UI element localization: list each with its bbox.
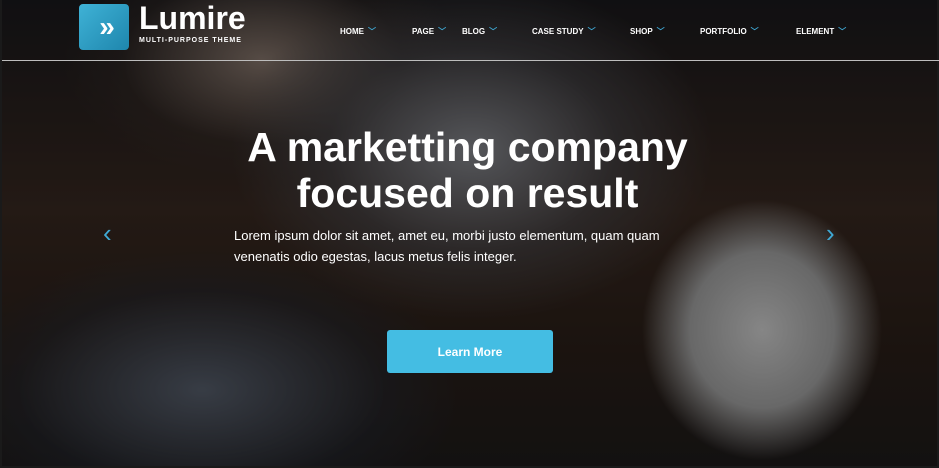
nav-element[interactable]: ELEMENT ﹀ — [796, 26, 846, 37]
nav-home[interactable]: HOME ﹀ — [340, 26, 376, 37]
nav-label: PAGE — [412, 27, 435, 36]
learn-more-button[interactable]: Learn More — [387, 330, 553, 373]
nav-case-study[interactable]: CASE STUDY ﹀ — [532, 26, 596, 37]
hero-title: A marketting company focused on result — [0, 124, 935, 216]
nav-label: ELEMENT — [796, 27, 835, 36]
nav-label: CASE STUDY — [532, 27, 584, 36]
next-slide-icon[interactable]: › — [826, 218, 835, 249]
nav-portfolio[interactable]: PORTFOLIO ﹀ — [700, 26, 759, 37]
chevron-down-icon: ﹀ — [656, 27, 665, 36]
header-divider — [2, 60, 939, 61]
nav-page[interactable]: PAGE ﹀ — [412, 26, 446, 37]
nav-label: HOME — [340, 27, 364, 36]
prev-slide-icon[interactable]: ‹ — [103, 218, 112, 249]
chevron-down-icon: ﹀ — [587, 27, 596, 36]
nav-blog[interactable]: BLOG ﹀ — [462, 26, 497, 37]
brand-tagline: MULTI-PURPOSE THEME — [139, 37, 242, 44]
nav-label: SHOP — [630, 27, 653, 36]
chevron-down-icon: ﹀ — [438, 27, 447, 36]
nav-label: PORTFOLIO — [700, 27, 747, 36]
brand-name[interactable]: Lumire — [139, 0, 246, 37]
logo-icon[interactable]: » — [79, 4, 129, 50]
chevron-down-icon: ﹀ — [838, 27, 847, 36]
hero-description: Lorem ipsum dolor sit amet, amet eu, mor… — [234, 228, 660, 264]
nav-label: BLOG — [462, 27, 486, 36]
hero-title-line: A marketting company — [247, 124, 688, 170]
chevron-down-icon: ﹀ — [750, 27, 759, 36]
chevron-down-icon: ﹀ — [489, 27, 498, 36]
nav-shop[interactable]: SHOP ﹀ — [630, 26, 665, 37]
hero-title-line: focused on result — [296, 170, 639, 216]
chevron-down-icon: ﹀ — [368, 27, 376, 36]
